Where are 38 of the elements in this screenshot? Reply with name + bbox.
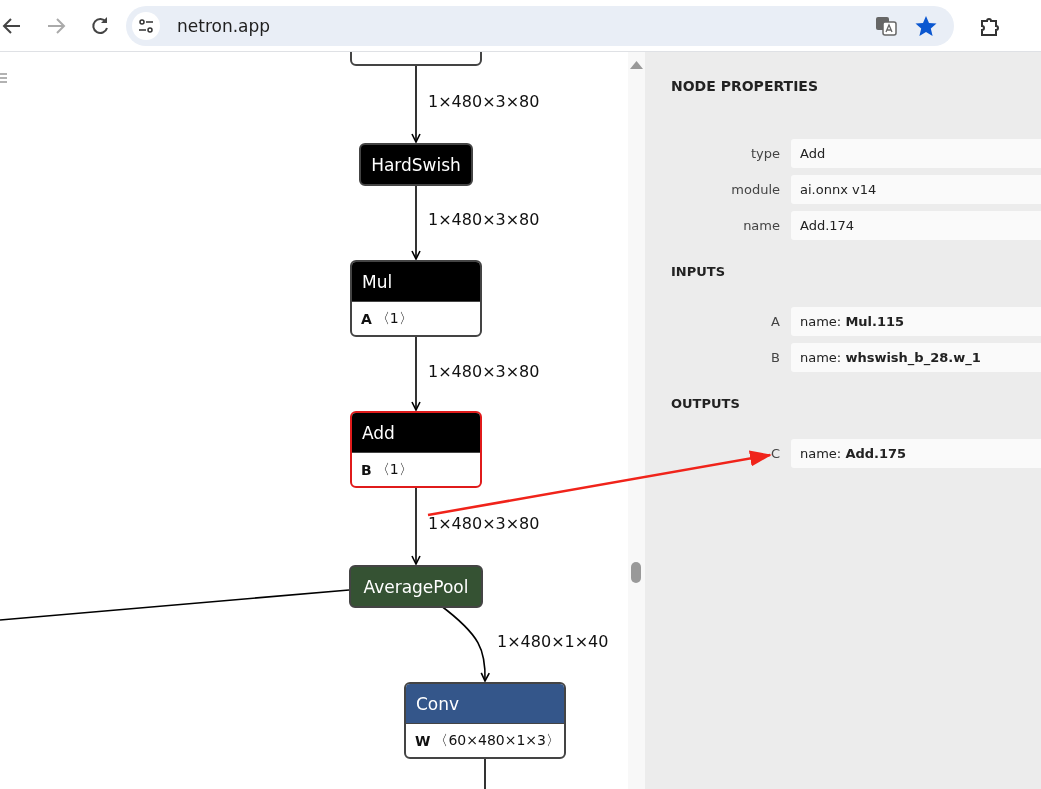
tensor-shape-label: 1×480×3×80 (428, 362, 540, 381)
property-label: type (749, 146, 781, 161)
node-attribute: B 〈1〉 (352, 452, 480, 486)
address-bar[interactable]: netron.app (126, 5, 954, 46)
property-value: ai.onnx v14 (791, 175, 1041, 204)
scroll-up-icon[interactable] (630, 61, 643, 69)
scroll-thumb[interactable] (631, 562, 641, 583)
graph-node[interactable]: HardSwish (359, 143, 473, 186)
property-value: Add (791, 139, 1041, 168)
node-attribute: A 〈1〉 (352, 301, 480, 335)
graph-node[interactable]: Mul A 〈1〉 (350, 260, 482, 337)
graph-node[interactable]: AveragePool (349, 565, 483, 608)
tensor-shape-label: 1×480×3×80 (428, 514, 540, 533)
node-title: Conv (406, 684, 564, 723)
section-title: OUTPUTS (671, 396, 740, 411)
property-value: Add.174 (791, 211, 1041, 240)
url-text: netron.app (177, 15, 272, 36)
node-attribute: W 〈60×480×1×3〉 (406, 723, 564, 757)
argument-label: A (770, 314, 781, 329)
argument-value[interactable]: name: Add.175 (791, 439, 1041, 468)
edge-line (484, 757, 486, 789)
property-label: module (730, 182, 781, 197)
argument-value[interactable]: name: whswish_b_28.w_1 (791, 343, 1041, 372)
scrollbar[interactable] (628, 52, 645, 789)
tensor-shape-label: 1×480×3×80 (428, 210, 540, 229)
argument-label: C (769, 446, 781, 461)
argument-value[interactable]: name: Mul.115 (791, 307, 1041, 336)
argument-label: B (770, 350, 781, 365)
node-title: Add (352, 413, 480, 452)
tensor-shape-label: 1×480×1×40 (497, 632, 609, 651)
site-settings-icon[interactable] (132, 11, 160, 40)
node-title: Mul (352, 262, 480, 301)
section-title: INPUTS (671, 264, 726, 279)
tensor-shape-label: 1×480×3×80 (428, 92, 540, 111)
panel-title: NODE PROPERTIES (671, 78, 818, 94)
graph-node[interactable]: Add B 〈1〉 (350, 411, 482, 488)
property-label: name (742, 218, 781, 233)
graph-node[interactable]: Conv W 〈60×480×1×3〉 (404, 682, 566, 759)
